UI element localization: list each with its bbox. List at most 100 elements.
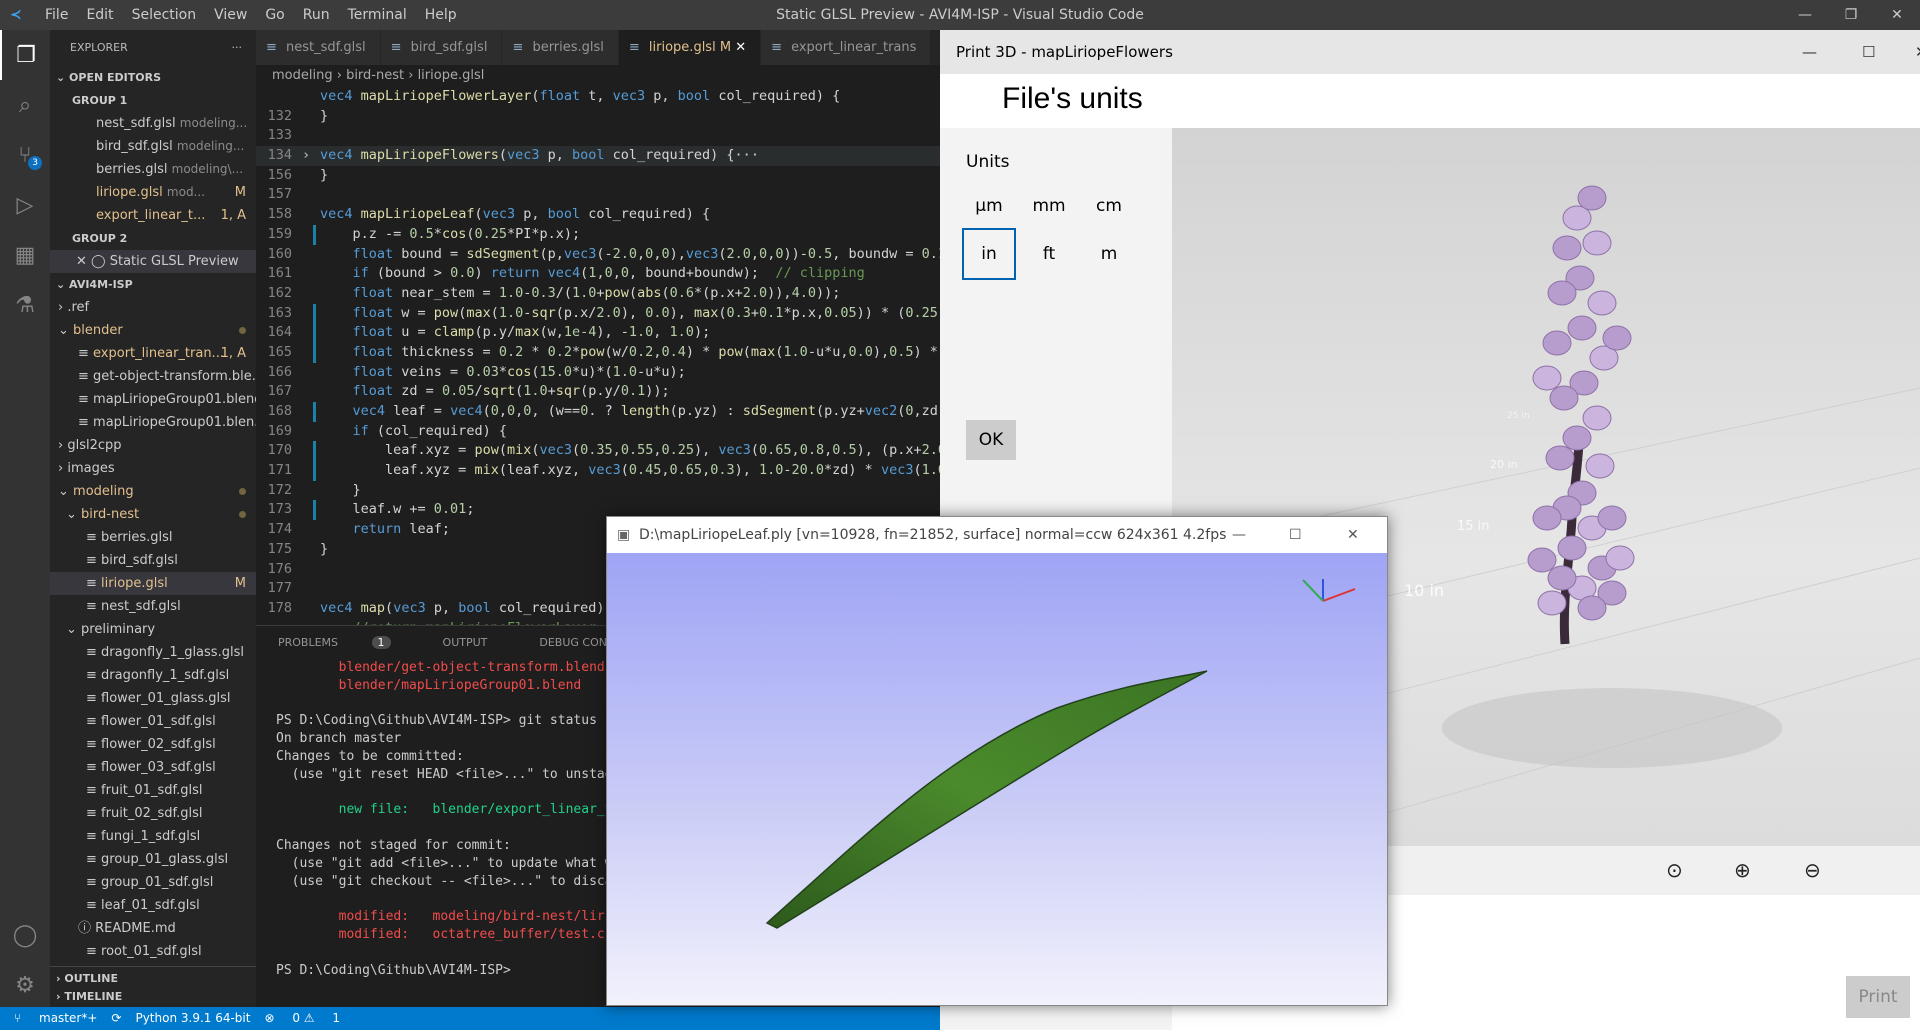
file-item[interactable]: ≡ mapLiriopeGroup01.blen... [50,411,256,434]
project-header[interactable]: ⌄ AVI4M-ISP [50,273,256,296]
file-item[interactable]: ≡ liriope.glsl M [50,572,256,595]
tab-bird-sdf-glsl[interactable]: ≡ bird_sdf.glsl [380,30,503,65]
folder-item[interactable]: ⌄ modeling [50,480,256,503]
unit-option-m[interactable]: m [1082,228,1136,280]
problems-count-badge: 1 [371,636,391,649]
tree-item-label: modeling [73,484,134,499]
open-editor-item[interactable]: liriope.glsl mod... M [50,181,256,204]
print3d-minimize-button[interactable]: — [1802,30,1817,74]
menu-help[interactable]: Help [416,0,466,30]
ply-render-canvas[interactable] [607,553,1387,1005]
file-item[interactable]: ⓘ README.md [50,917,256,940]
tab-berries-glsl[interactable]: ≡ berries.glsl [502,30,619,65]
file-item[interactable]: ≡ get-object-transform.ble... [50,365,256,388]
file-item[interactable]: ≡ mapLiriopeGroup01.blend [50,388,256,411]
explorer-icon[interactable]: ❐ [0,30,50,80]
settings-gear-icon[interactable]: ⚙ [0,960,50,1010]
unit-option-cm[interactable]: cm [1082,180,1136,232]
folder-item[interactable]: › images [50,457,256,480]
file-item[interactable]: ≡ group_01_glass.glsl [50,848,256,871]
menu-terminal[interactable]: Terminal [339,0,416,30]
close-button[interactable]: ✕ [1874,0,1920,30]
file-item[interactable]: ≡ flower_01_glass.glsl [50,687,256,710]
unit-option-ft[interactable]: ft [1022,228,1076,280]
tab-nest-sdf-glsl[interactable]: ≡ nest_sdf.glsl [256,30,381,65]
folder-item[interactable]: ⌄ blender [50,319,256,342]
file-item[interactable]: ≡ group_01_sdf.glsl [50,871,256,894]
search-icon[interactable]: ⌕ [0,80,50,130]
file-item[interactable]: ≡ export_linear_tran... 1, A [50,342,256,365]
print3d-maximize-button[interactable]: ☐ [1862,30,1875,74]
open-editor-item[interactable]: nest_sdf.glsl modeling... [50,112,256,135]
menu-view[interactable]: View [205,0,256,30]
minimize-button[interactable]: — [1782,0,1828,30]
file-item[interactable]: ≡ dragonfly_1_glass.glsl [50,641,256,664]
ply-minimize-button[interactable]: — [1232,517,1246,553]
print3d-close-button[interactable]: ✕ [1915,30,1920,74]
breadcrumb-item[interactable]: liriope.glsl [418,68,485,83]
folder-item[interactable]: ⌄ preliminary [50,618,256,641]
ply-maximize-button[interactable]: ☐ [1289,517,1302,553]
print-button[interactable]: Print [1846,976,1910,1018]
tab-export-linear-trans[interactable]: ≡ export_linear_trans [761,30,932,65]
code-line: 134 › vec4 mapLiriopeFlowers(vec3 p, bool … [256,146,940,166]
file-item[interactable]: ≡ flower_03_sdf.glsl [50,756,256,779]
breadcrumb-item[interactable]: bird-nest [346,68,404,83]
open-editor-static-glsl-preview[interactable]: ✕ ◯ Static GLSL Preview [50,250,256,273]
run-debug-icon[interactable]: ▷ [0,180,50,230]
branch-status[interactable]: ⑂ master*+ [14,1007,97,1030]
breadcrumb-item[interactable]: modeling [272,68,333,83]
maximize-button[interactable]: ❐ [1828,0,1874,30]
account-icon[interactable]: ◯ [0,910,50,960]
ok-button[interactable]: OK [966,420,1016,460]
open-editor-item[interactable]: bird_sdf.glsl modeling... [50,135,256,158]
folder-item[interactable]: ⌄ bird-nest [50,503,256,526]
ply-close-button[interactable]: ✕ [1347,517,1359,553]
menu-file[interactable]: File [36,0,77,30]
close-tab-icon[interactable]: ✕ [735,40,746,55]
file-item[interactable]: ≡ fungi_1_sdf.glsl [50,825,256,848]
open-editor-name: liriope.glsl [96,185,163,200]
file-item[interactable]: ≡ dragonfly_1_sdf.glsl [50,664,256,687]
menu-run[interactable]: Run [294,0,339,30]
glsl-file-icon: ≡ [628,40,640,55]
zoom-in-icon[interactable]: ⊕ [1734,858,1751,882]
file-item[interactable]: ≡ leaf_01_sdf.glsl [50,894,256,917]
unit-option-um[interactable]: µm [962,180,1016,232]
more-actions-icon[interactable]: ··· [232,30,243,66]
menu-selection[interactable]: Selection [123,0,206,30]
unit-option-mm[interactable]: mm [1022,180,1076,232]
file-item[interactable]: ≡ berries.glsl [50,526,256,549]
line-number: 156 [267,166,292,183]
sync-icon[interactable]: ⟳ [111,1007,121,1030]
file-item[interactable]: ≡ flower_01_sdf.glsl [50,710,256,733]
source-control-icon[interactable]: ⑂ 3 [0,130,50,180]
code-text: if (bound > 0.0) return vec4(1,0,0, boun… [352,265,865,282]
open-editor-item[interactable]: export_linear_t... 1, A [50,204,256,227]
extensions-icon[interactable]: ▦ [0,230,50,280]
folder-item[interactable]: › .ref [50,296,256,319]
panel-tab-output[interactable]: OUTPUT [443,636,514,649]
file-item[interactable]: ≡ fruit_01_sdf.glsl [50,779,256,802]
timeline-header[interactable]: › TIMELINE [50,985,256,1007]
tab-liriope-glsl[interactable]: ≡ liriope.glsl M ✕ [618,30,762,65]
bloom-bud [1587,290,1617,316]
menu-edit[interactable]: Edit [77,0,122,30]
open-editors-header[interactable]: ⌄ OPEN EDITORS [50,66,256,89]
problems-status[interactable]: ⊗ 0 ⚠ 1 [264,1007,340,1030]
menu-go[interactable]: Go [256,0,293,30]
folder-item[interactable]: › glsl2cpp [50,434,256,457]
modified-dot-icon [239,319,246,342]
open-editor-item[interactable]: berries.glsl modeling\... [50,158,256,181]
python-interpreter[interactable]: Python 3.9.1 64-bit [135,1007,250,1030]
unit-option-in[interactable]: in [962,228,1016,280]
file-item[interactable]: ≡ flower_02_sdf.glsl [50,733,256,756]
file-item[interactable]: ≡ bird_sdf.glsl [50,549,256,572]
reset-view-icon[interactable]: ⊙ [1666,858,1683,882]
zoom-out-icon[interactable]: ⊖ [1804,858,1821,882]
file-item[interactable]: ≡ root_01_sdf.glsl [50,940,256,963]
testing-icon[interactable]: ⚗ [0,280,50,330]
panel-tab-problems[interactable]: PROBLEMS 1 [278,636,417,649]
file-item[interactable]: ≡ nest_sdf.glsl [50,595,256,618]
file-item[interactable]: ≡ fruit_02_sdf.glsl [50,802,256,825]
